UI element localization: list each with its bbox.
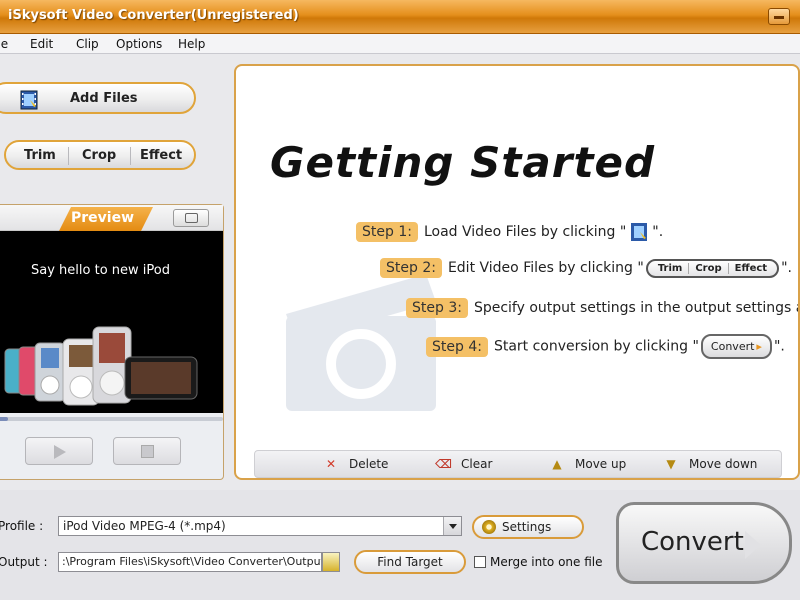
add-files-label: Add Files (70, 91, 138, 106)
ipod-lineup-image (4, 326, 198, 406)
step-end: ". (773, 338, 785, 355)
move-up-label: Move up (575, 457, 627, 471)
preview-title: Preview (71, 210, 135, 226)
output-label: Output : (0, 555, 48, 569)
browse-folder-button[interactable] (322, 552, 340, 572)
profile-label: Profile : (0, 519, 44, 533)
move-down-button[interactable]: ▼ Move down (663, 457, 757, 471)
stop-button[interactable] (113, 437, 181, 465)
move-down-icon: ▼ (666, 457, 676, 471)
preview-header: Preview (0, 205, 223, 231)
step-4: Step 4: Start conversion by clicking " Con… (426, 334, 785, 359)
menu-edit[interactable]: Edit (30, 37, 53, 51)
settings-button[interactable]: Settings (472, 515, 584, 539)
step-tag: Step 3: (406, 298, 468, 318)
settings-label: Settings (502, 520, 552, 534)
film-icon (631, 223, 648, 241)
arrow-right-icon (745, 531, 761, 559)
delete-button[interactable]: ✕ Delete (323, 457, 388, 471)
preview-tab: Preview (59, 207, 153, 231)
delete-icon: ✕ (325, 457, 337, 471)
step-tag: Step 2: (380, 258, 442, 278)
move-up-icon: ▲ (552, 457, 562, 471)
output-settings-area: Profile : iPod Video MPEG-4 (*.mp4) Sett… (0, 490, 800, 600)
step-2: Step 2: Edit Video Files by clicking " Tri… (380, 258, 792, 278)
merge-checkbox[interactable] (474, 556, 486, 568)
stop-icon (141, 445, 154, 458)
trim-button[interactable]: Trim (24, 148, 56, 163)
step-1: Step 1: Load Video Files by clicking " ". (356, 222, 663, 242)
camera-icon (185, 213, 198, 223)
minimize-button[interactable] (768, 8, 790, 25)
clear-button[interactable]: ⌫ Clear (435, 457, 492, 471)
mini-crop-label: Crop (688, 262, 722, 274)
file-list-panel: Getting Started Step 1: Load Video Files … (234, 64, 800, 480)
effect-button[interactable]: Effect (140, 148, 182, 163)
preview-panel: Preview Say hello to new iPod (0, 204, 224, 480)
getting-started-title: Getting Started (270, 138, 656, 187)
mini-trim-label: Trim (657, 262, 683, 274)
play-button[interactable] (25, 437, 93, 465)
find-target-label: Find Target (377, 555, 443, 569)
menu-help[interactable]: Help (178, 37, 205, 51)
convert-button[interactable]: Convert (616, 502, 792, 584)
step-text: Specify output settings in the output se… (473, 300, 800, 316)
step-3: Step 3: Specify output settings in the ou… (406, 298, 800, 318)
merge-label: Merge into one file (490, 555, 603, 569)
film-icon (20, 90, 38, 110)
window-title: iSkysoft Video Converter(Unregistered) (8, 8, 299, 23)
title-bar: iSkysoft Video Converter(Unregistered) (0, 0, 800, 34)
chevron-down-icon[interactable] (443, 517, 461, 535)
crop-button[interactable]: Crop (82, 148, 116, 163)
step-text: Start conversion by clicking " (493, 338, 699, 355)
seek-bar-fill (0, 417, 9, 421)
seek-bar[interactable] (0, 417, 223, 421)
convert-label: Convert (641, 527, 744, 557)
divider (130, 147, 131, 165)
convert-button-illustration: Convert ▸ (700, 334, 772, 359)
edit-buttons-illustration: Trim Crop Effect (645, 258, 780, 278)
output-path-value: :\Program Files\iSkysoft\Video Converter… (62, 555, 322, 568)
divider (68, 147, 69, 165)
clapperboard-watermark-icon (286, 274, 436, 411)
arrow-right-icon: ▸ (756, 340, 762, 353)
step-text: Edit Video Files by clicking " (447, 260, 644, 276)
step-end: ". (781, 260, 792, 276)
profile-select[interactable]: iPod Video MPEG-4 (*.mp4) (58, 516, 462, 536)
menu-options[interactable]: Options (116, 37, 162, 51)
play-icon (54, 445, 66, 459)
list-action-bar: ✕ Delete ⌫ Clear ▲ Move up ▼ Move down (254, 450, 782, 478)
move-up-button[interactable]: ▲ Move up (549, 457, 626, 471)
find-target-button[interactable]: Find Target (354, 550, 466, 574)
edit-button-group: Trim Crop Effect (4, 140, 196, 170)
minimize-icon (774, 16, 784, 19)
mini-effect-label: Effect (727, 262, 768, 274)
step-tag: Step 1: (356, 222, 418, 242)
step-end: ". (652, 224, 664, 240)
step-text: Load Video Files by clicking " (423, 224, 627, 240)
delete-label: Delete (349, 457, 389, 471)
profile-value: iPod Video MPEG-4 (*.mp4) (63, 519, 226, 533)
preview-screen: Say hello to new iPod (0, 231, 223, 413)
output-path-field[interactable]: :\Program Files\iSkysoft\Video Converter… (58, 552, 322, 572)
clear-icon: ⌫ (435, 457, 452, 471)
add-files-button[interactable]: Add Files (0, 82, 196, 114)
step-tag: Step 4: (426, 336, 488, 357)
gear-icon (482, 520, 496, 534)
menu-bar: File Edit Clip Options Help (0, 34, 800, 54)
menu-file[interactable]: File (0, 37, 8, 51)
menu-clip[interactable]: Clip (76, 37, 99, 51)
mini-convert-label: Convert (710, 340, 755, 353)
clear-label: Clear (461, 457, 493, 471)
move-down-label: Move down (689, 457, 758, 471)
snapshot-button[interactable] (173, 209, 209, 227)
